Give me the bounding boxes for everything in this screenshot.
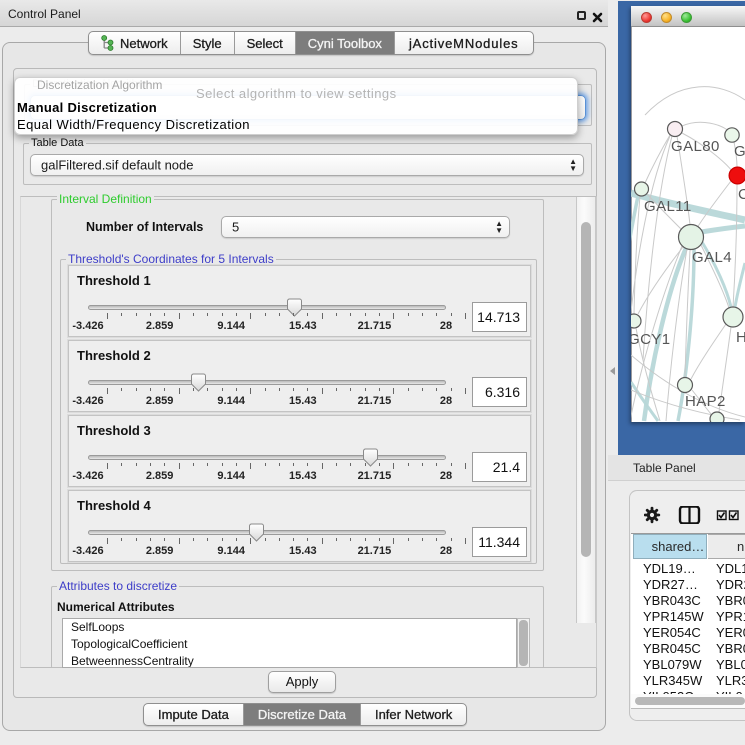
svg-text:HAP2: HAP2 [685,393,726,410]
svg-text:H: H [736,329,745,346]
svg-text:GAL80: GAL80 [671,138,720,155]
svg-text:GAL4: GAL4 [692,249,732,266]
svg-text:GA: GA [734,143,745,160]
svg-text:GCY1: GCY1 [631,331,670,348]
svg-text:C: C [738,186,745,203]
svg-text:GAL11: GAL11 [644,198,692,215]
